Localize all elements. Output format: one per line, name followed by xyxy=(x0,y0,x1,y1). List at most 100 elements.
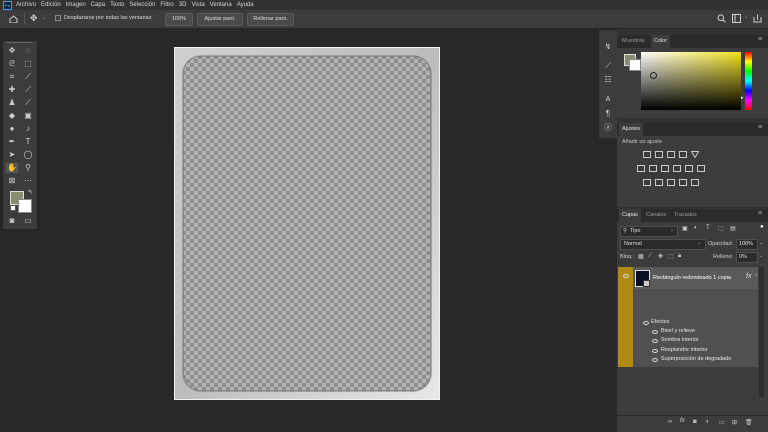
more-tools-icon[interactable]: ⋯ xyxy=(22,176,34,186)
eye-icon[interactable] xyxy=(623,274,629,278)
new-layer-icon[interactable]: ⊞ xyxy=(732,419,737,426)
channel-mixer-icon[interactable] xyxy=(685,165,693,172)
filter-toggle-icon[interactable]: ● xyxy=(760,224,764,230)
quick-mask-icon[interactable]: ◙ xyxy=(6,216,18,226)
history-panel-icon[interactable]: ↯ xyxy=(602,42,614,52)
brightness-icon[interactable] xyxy=(643,151,651,158)
layer-filter-select[interactable]: ⚲ Tipo ⌄ xyxy=(620,226,678,237)
chevron-down-icon[interactable]: ⌄ xyxy=(42,15,46,21)
background-color-swatch[interactable] xyxy=(18,199,32,213)
chevron-down-icon[interactable]: ⌄ xyxy=(759,253,763,259)
object-select-icon[interactable]: ⬚ xyxy=(22,59,34,69)
paragraph-panel-icon[interactable]: ¶ xyxy=(602,109,614,119)
properties-icon[interactable]: ☷ xyxy=(602,75,614,85)
chevron-down-icon[interactable]: ⌄ xyxy=(744,14,748,20)
menu-ayuda[interactable]: Ayuda xyxy=(237,2,254,8)
scroll-all-checkbox[interactable] xyxy=(55,15,61,21)
selective-color-icon[interactable] xyxy=(679,179,687,186)
lasso-tool-icon[interactable]: ᘓ xyxy=(6,59,18,69)
tab-ajustes[interactable]: Ajustes xyxy=(619,123,644,136)
blend-mode-select[interactable]: Normal ⌄ xyxy=(620,239,706,250)
dodge-icon[interactable]: ♪ xyxy=(22,124,34,134)
panel-menu-icon[interactable]: ≡ xyxy=(758,36,762,43)
document-canvas[interactable] xyxy=(174,47,440,400)
menu-seleccion[interactable]: Selección xyxy=(129,2,155,8)
healing-brush-icon[interactable]: ✚ xyxy=(6,85,18,95)
history-brush-icon[interactable]: ⟋ xyxy=(22,98,34,108)
menu-3d[interactable]: 3D xyxy=(179,2,187,8)
screen-mode-icon[interactable]: ▭ xyxy=(22,216,34,226)
stamp-icon[interactable]: ♟ xyxy=(6,98,18,108)
hand-icon[interactable]: ✋ xyxy=(6,163,18,173)
effect-item[interactable]: Superposición de degradado xyxy=(661,356,731,362)
adjustment-filter-icon[interactable]: ◐ xyxy=(694,225,698,231)
eyedropper-icon[interactable]: ⟋ xyxy=(22,72,34,82)
menu-filtro[interactable]: Filtro xyxy=(160,2,173,8)
layer-name[interactable]: Rectángulo redondeado 1 copia xyxy=(653,275,731,281)
effect-item[interactable]: Resplandor interior xyxy=(661,347,707,353)
posterize-icon[interactable] xyxy=(655,179,663,186)
fill-screen-button[interactable]: Rellenar pant. xyxy=(247,13,294,26)
link-layers-icon[interactable]: ∞ xyxy=(668,419,672,425)
color-picker-field[interactable] xyxy=(641,52,741,110)
move-tool-icon[interactable]: ✥ xyxy=(6,46,18,56)
menu-edicion[interactable]: Edición xyxy=(41,2,61,8)
lock-all-icon[interactable]: 🔒︎ xyxy=(678,253,681,260)
artboard-icon[interactable]: ⊠ xyxy=(6,176,18,186)
menu-vista[interactable]: Vista xyxy=(191,2,204,8)
new-group-icon[interactable]: ▭ xyxy=(719,419,725,426)
background-color-swatch[interactable] xyxy=(629,59,641,71)
menu-capa[interactable]: Capa xyxy=(91,2,105,8)
shape-filter-icon[interactable]: ⬚ xyxy=(718,225,724,232)
layer-fx-icon[interactable]: fx xyxy=(746,273,751,280)
tab-muestras[interactable]: Muestras xyxy=(619,35,648,48)
share-icon[interactable] xyxy=(753,14,762,23)
new-adjustment-icon[interactable]: ◐ xyxy=(706,419,710,425)
photo-filter-icon[interactable] xyxy=(673,165,681,172)
opacity-input[interactable]: 100% xyxy=(736,239,758,250)
hue-saturation-icon[interactable] xyxy=(637,165,645,172)
add-mask-icon[interactable]: ◙ xyxy=(693,419,697,425)
default-colors-icon[interactable] xyxy=(10,205,16,211)
panel-menu-icon[interactable]: ≡ xyxy=(758,210,762,217)
character-panel-icon[interactable]: A xyxy=(602,95,614,105)
eraser-icon[interactable]: ◆ xyxy=(6,111,18,121)
swap-colors-icon[interactable]: ↰ xyxy=(24,188,36,198)
tab-canales[interactable]: Canales xyxy=(643,209,669,222)
eye-icon[interactable] xyxy=(652,339,658,343)
eye-icon[interactable] xyxy=(652,330,658,334)
menu-texto[interactable]: Texto xyxy=(110,2,124,8)
pen-icon[interactable]: ✒ xyxy=(6,137,18,147)
zoom-icon[interactable]: ⚲ xyxy=(22,163,34,173)
fill-input[interactable]: 0% xyxy=(736,252,758,263)
chevron-down-icon[interactable]: ⌄ xyxy=(759,240,763,246)
color-lookup-icon[interactable] xyxy=(697,165,705,172)
eye-icon[interactable] xyxy=(652,349,658,353)
search-icon[interactable] xyxy=(717,14,726,23)
vibrance-icon[interactable] xyxy=(690,151,700,159)
glyphs-panel-icon[interactable]: ⓐ xyxy=(602,123,614,133)
home-icon[interactable] xyxy=(9,15,18,23)
color-balance-icon[interactable] xyxy=(649,165,657,172)
pixel-filter-icon[interactable]: ▣ xyxy=(682,225,688,232)
tab-color[interactable]: Color xyxy=(651,35,671,48)
type-filter-icon[interactable]: T xyxy=(706,225,710,231)
hue-slider[interactable] xyxy=(745,52,752,110)
add-style-icon[interactable]: fx xyxy=(680,418,685,424)
eye-icon[interactable] xyxy=(643,321,649,325)
lock-artboard-icon[interactable]: ⬚ xyxy=(668,253,674,260)
hue-slider-handle-icon[interactable]: ▸ xyxy=(741,95,744,101)
brush-icon[interactable]: ⟋ xyxy=(22,85,34,95)
panel-menu-icon[interactable]: ≡ xyxy=(758,124,762,131)
smart-object-filter-icon[interactable]: ▤ xyxy=(730,225,736,232)
levels-icon[interactable] xyxy=(655,151,663,158)
gradient-map-icon[interactable] xyxy=(691,179,699,186)
lock-pixels-icon[interactable]: ⟋ xyxy=(648,253,652,260)
menu-imagen[interactable]: Imagen xyxy=(66,2,86,8)
menu-ventana[interactable]: Ventana xyxy=(210,2,232,8)
trash-icon[interactable]: 🗑︎ xyxy=(745,419,753,426)
curves-icon[interactable] xyxy=(667,151,675,158)
effects-label[interactable]: Efectos xyxy=(651,319,669,325)
tab-trazados[interactable]: Trazados xyxy=(671,209,700,222)
gradient-icon[interactable]: ▣ xyxy=(22,111,34,121)
